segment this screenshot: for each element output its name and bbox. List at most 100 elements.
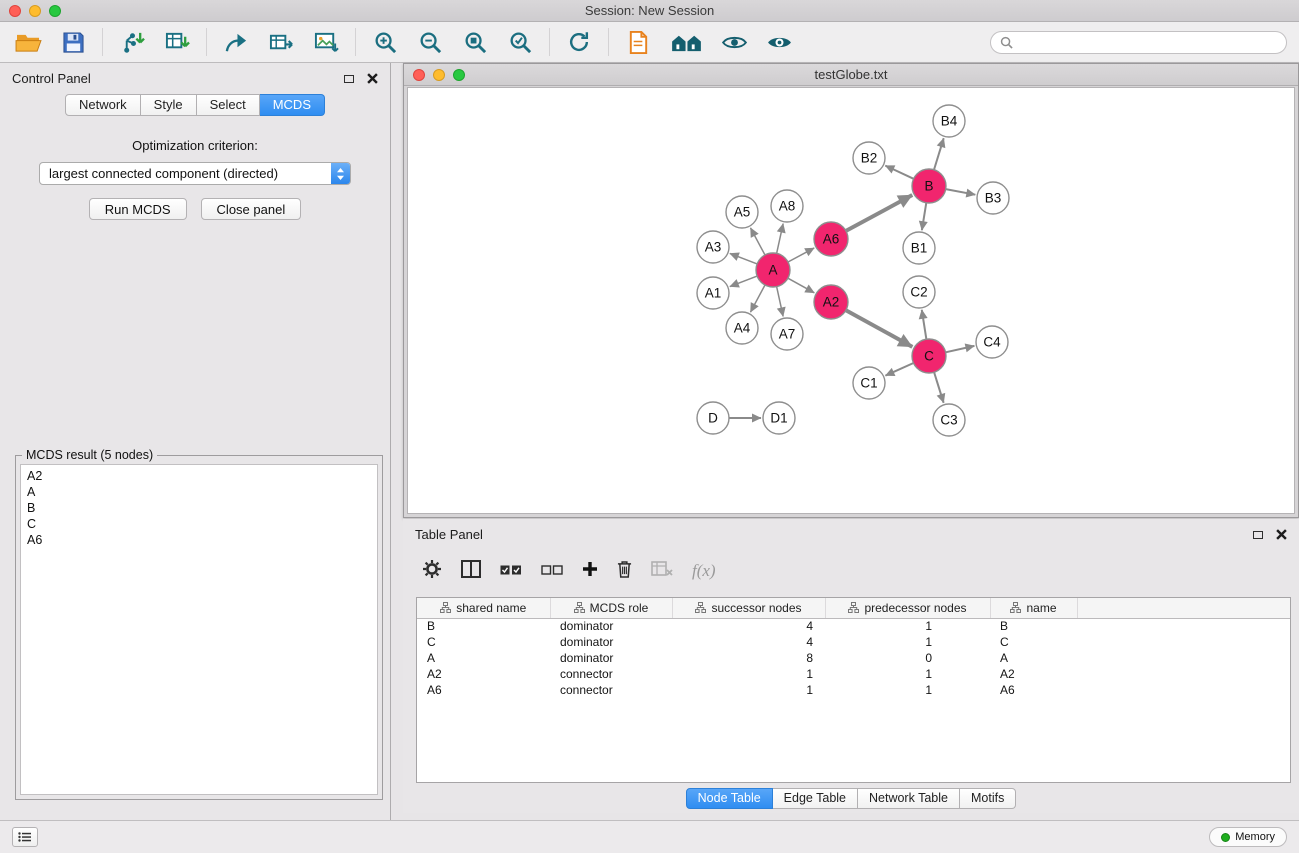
select-all-button[interactable] bbox=[500, 562, 522, 580]
cell-MCDS-role[interactable]: connector bbox=[550, 682, 672, 698]
zoom-out-button[interactable] bbox=[414, 26, 446, 58]
annotation-eye-button[interactable] bbox=[718, 26, 750, 58]
edge-A2-C[interactable] bbox=[846, 310, 912, 347]
node-A7[interactable]: A7 bbox=[771, 318, 803, 350]
network-window-titlebar[interactable]: testGlobe.txt bbox=[404, 64, 1298, 86]
cell-name[interactable]: A6 bbox=[990, 682, 1077, 698]
node-A8[interactable]: A8 bbox=[771, 190, 803, 222]
edge-A-A5[interactable] bbox=[750, 228, 765, 255]
edge-B-B3[interactable] bbox=[946, 189, 976, 195]
close-panel-icon[interactable] bbox=[367, 73, 378, 84]
edge-B-B1[interactable] bbox=[922, 203, 926, 230]
show-columns-button[interactable] bbox=[461, 560, 481, 583]
node-D[interactable]: D bbox=[697, 402, 729, 434]
float-panel-icon[interactable] bbox=[344, 75, 354, 83]
mcds-result-item[interactable]: C bbox=[27, 516, 371, 532]
cell-predecessor-nodes[interactable]: 1 bbox=[825, 682, 990, 698]
cell-name[interactable]: C bbox=[990, 634, 1077, 650]
import-table-file-button[interactable] bbox=[161, 26, 193, 58]
run-mcds-button[interactable]: Run MCDS bbox=[89, 198, 187, 220]
edge-A-A4[interactable] bbox=[750, 285, 765, 312]
network-svg[interactable]: ABCA2A6A1A3A4A5A7A8B1B2B3B4C1C2C3C4DD1 bbox=[408, 88, 1296, 515]
column-header-MCDS-role[interactable]: MCDS role bbox=[550, 598, 672, 618]
column-header-predecessor-nodes[interactable]: predecessor nodes bbox=[825, 598, 990, 618]
save-session-button[interactable] bbox=[57, 26, 89, 58]
cell-MCDS-role[interactable]: dominator bbox=[550, 634, 672, 650]
node-C1[interactable]: C1 bbox=[853, 367, 885, 399]
node-D1[interactable]: D1 bbox=[763, 402, 795, 434]
table-row[interactable]: A6connector11A6 bbox=[417, 682, 1290, 698]
table-row[interactable]: Adominator80A bbox=[417, 650, 1290, 666]
cell-name[interactable]: A2 bbox=[990, 666, 1077, 682]
delete-row-button[interactable] bbox=[617, 560, 632, 583]
cell-successor-nodes[interactable]: 8 bbox=[672, 650, 825, 666]
cell-successor-nodes[interactable]: 1 bbox=[672, 682, 825, 698]
cell-predecessor-nodes[interactable]: 1 bbox=[825, 666, 990, 682]
edge-B-B2[interactable] bbox=[885, 166, 913, 179]
close-table-panel-icon[interactable] bbox=[1276, 529, 1287, 540]
tab-node-table[interactable]: Node Table bbox=[686, 788, 773, 809]
close-panel-button[interactable]: Close panel bbox=[201, 198, 302, 220]
float-table-panel-icon[interactable] bbox=[1253, 531, 1263, 539]
node-C2[interactable]: C2 bbox=[903, 276, 935, 308]
mcds-result-item[interactable]: A2 bbox=[27, 468, 371, 484]
search-input[interactable] bbox=[1018, 35, 1277, 49]
add-row-button[interactable] bbox=[582, 561, 598, 582]
node-A6[interactable]: A6 bbox=[814, 222, 848, 256]
home-network-button[interactable] bbox=[667, 26, 705, 58]
import-network-file-button[interactable] bbox=[116, 26, 148, 58]
edge-A-A7[interactable] bbox=[777, 287, 784, 317]
table-row[interactable]: Bdominator41B bbox=[417, 618, 1290, 634]
export-image-button[interactable] bbox=[310, 26, 342, 58]
criterion-dropdown[interactable]: largest connected component (directed) bbox=[39, 162, 351, 185]
close-window-button[interactable] bbox=[9, 5, 21, 17]
node-A[interactable]: A bbox=[756, 253, 790, 287]
tab-edge-table[interactable]: Edge Table bbox=[773, 788, 858, 809]
cell-name[interactable]: B bbox=[990, 618, 1077, 634]
open-session-button[interactable] bbox=[12, 26, 44, 58]
zoom-fit-button[interactable] bbox=[459, 26, 491, 58]
node-A1[interactable]: A1 bbox=[697, 277, 729, 309]
node-C4[interactable]: C4 bbox=[976, 326, 1008, 358]
deselect-all-button[interactable] bbox=[541, 562, 563, 580]
edge-A-A3[interactable] bbox=[730, 253, 757, 263]
refresh-view-button[interactable] bbox=[563, 26, 595, 58]
cell-successor-nodes[interactable]: 4 bbox=[672, 634, 825, 650]
cell-predecessor-nodes[interactable]: 0 bbox=[825, 650, 990, 666]
node-C3[interactable]: C3 bbox=[933, 404, 965, 436]
fullscreen-window-button[interactable] bbox=[49, 5, 61, 17]
tab-mcds[interactable]: MCDS bbox=[260, 94, 325, 116]
cell-shared-name[interactable]: A2 bbox=[417, 666, 550, 682]
table-settings-button[interactable] bbox=[422, 559, 442, 584]
cell-shared-name[interactable]: C bbox=[417, 634, 550, 650]
tab-style[interactable]: Style bbox=[141, 94, 197, 116]
node-B2[interactable]: B2 bbox=[853, 142, 885, 174]
tab-select[interactable]: Select bbox=[197, 94, 260, 116]
network-canvas[interactable]: ABCA2A6A1A3A4A5A7A8B1B2B3B4C1C2C3C4DD1 bbox=[407, 87, 1295, 514]
tab-motifs[interactable]: Motifs bbox=[960, 788, 1016, 809]
tab-network[interactable]: Network bbox=[65, 94, 141, 116]
zoom-network-window-button[interactable] bbox=[453, 69, 465, 81]
edge-A-A8[interactable] bbox=[777, 224, 784, 254]
cell-MCDS-role[interactable]: dominator bbox=[550, 650, 672, 666]
function-builder-button[interactable]: f(x) bbox=[692, 561, 716, 581]
minimize-window-button[interactable] bbox=[29, 5, 41, 17]
mcds-result-item[interactable]: A bbox=[27, 484, 371, 500]
edge-A-A6[interactable] bbox=[788, 248, 814, 262]
cell-successor-nodes[interactable]: 4 bbox=[672, 618, 825, 634]
node-A2[interactable]: A2 bbox=[814, 285, 848, 319]
edge-C-C4[interactable] bbox=[946, 346, 975, 352]
tab-network-table[interactable]: Network Table bbox=[858, 788, 960, 809]
mcds-result-item[interactable]: A6 bbox=[27, 532, 371, 548]
cell-MCDS-role[interactable]: connector bbox=[550, 666, 672, 682]
node-B1[interactable]: B1 bbox=[903, 232, 935, 264]
export-table-button[interactable] bbox=[265, 26, 297, 58]
edge-A-A1[interactable] bbox=[730, 276, 757, 286]
column-header-name[interactable]: name bbox=[990, 598, 1077, 618]
node-A5[interactable]: A5 bbox=[726, 196, 758, 228]
node-A3[interactable]: A3 bbox=[697, 231, 729, 263]
edge-B-B4[interactable] bbox=[934, 138, 944, 170]
cell-shared-name[interactable]: A bbox=[417, 650, 550, 666]
node-B4[interactable]: B4 bbox=[933, 105, 965, 137]
graphics-detail-button[interactable] bbox=[763, 26, 795, 58]
